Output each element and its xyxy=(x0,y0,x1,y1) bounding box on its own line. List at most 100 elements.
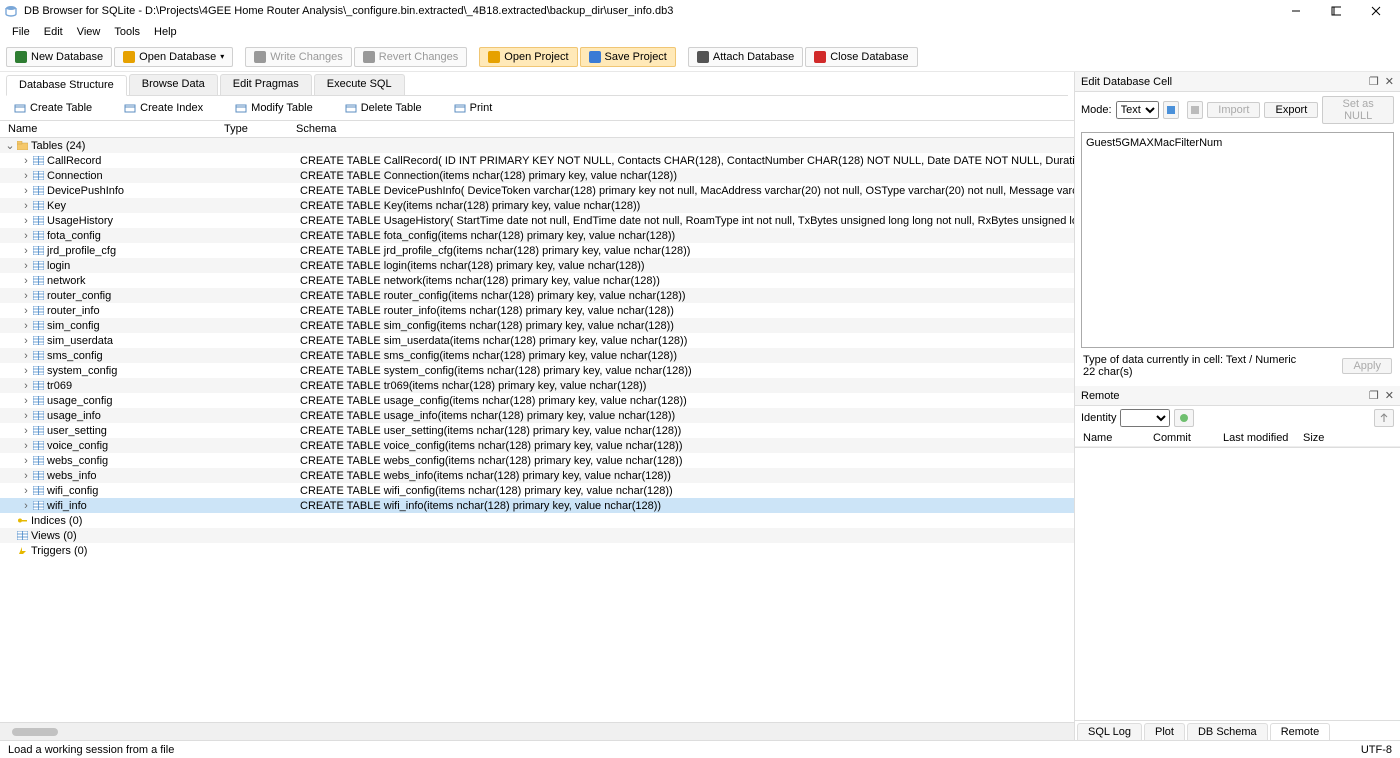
tree-tables-root[interactable]: ⌄Tables (24) xyxy=(0,138,1074,153)
identity-select[interactable] xyxy=(1120,409,1170,427)
create-index-button[interactable]: Create Index xyxy=(118,100,209,116)
new-db-button[interactable]: New Database xyxy=(6,47,112,67)
remote-col-name[interactable]: Name xyxy=(1083,432,1153,444)
expand-icon[interactable]: › xyxy=(20,260,32,272)
col-type-header[interactable]: Type xyxy=(224,123,296,135)
dock-close-icon[interactable]: ✕ xyxy=(1385,75,1394,88)
tab-edit-pragmas[interactable]: Edit Pragmas xyxy=(220,74,312,95)
expand-icon[interactable]: › xyxy=(20,230,32,242)
tree-table-router_info[interactable]: ›router_infoCREATE TABLE router_info(ite… xyxy=(0,303,1074,318)
export-button[interactable]: Export xyxy=(1264,102,1318,118)
tree-table-voice_config[interactable]: ›voice_configCREATE TABLE voice_config(i… xyxy=(0,438,1074,453)
expand-icon[interactable]: › xyxy=(20,470,32,482)
open-project-button[interactable]: Open Project xyxy=(479,47,577,67)
expand-icon[interactable]: › xyxy=(20,155,32,167)
menu-view[interactable]: View xyxy=(71,24,107,40)
remote-push-icon[interactable] xyxy=(1374,409,1394,427)
write-changes-button[interactable]: Write Changes xyxy=(245,47,352,67)
tree-table-network[interactable]: ›networkCREATE TABLE network(items nchar… xyxy=(0,273,1074,288)
col-name-header[interactable]: Name xyxy=(4,123,224,135)
expand-icon[interactable]: › xyxy=(20,290,32,302)
dock-float-icon[interactable]: ❐ xyxy=(1369,75,1379,88)
tree-table-webs_info[interactable]: ›webs_infoCREATE TABLE webs_info(items n… xyxy=(0,468,1074,483)
expand-icon[interactable]: › xyxy=(20,485,32,497)
expand-icon[interactable]: › xyxy=(20,440,32,452)
maximize-button[interactable] xyxy=(1316,0,1356,22)
tree-table-jrd_profile_cfg[interactable]: ›jrd_profile_cfgCREATE TABLE jrd_profile… xyxy=(0,243,1074,258)
expand-icon[interactable]: › xyxy=(20,455,32,467)
tree-table-sim_config[interactable]: ›sim_configCREATE TABLE sim_config(items… xyxy=(0,318,1074,333)
remote-col-size[interactable]: Size xyxy=(1303,432,1392,444)
menu-help[interactable]: Help xyxy=(148,24,183,40)
tree-table-system_config[interactable]: ›system_configCREATE TABLE system_config… xyxy=(0,363,1074,378)
close-db-button[interactable]: Close Database xyxy=(805,47,917,67)
remote-col-commit[interactable]: Commit xyxy=(1153,432,1223,444)
identity-add-icon[interactable] xyxy=(1174,409,1194,427)
bottom-tab-remote[interactable]: Remote xyxy=(1270,723,1331,740)
tree-table-tr069[interactable]: ›tr069CREATE TABLE tr069(items nchar(128… xyxy=(0,378,1074,393)
expand-icon[interactable]: › xyxy=(20,215,32,227)
expand-icon[interactable]: › xyxy=(20,320,32,332)
tree-table-Key[interactable]: ›KeyCREATE TABLE Key(items nchar(128) pr… xyxy=(0,198,1074,213)
tree-table-DevicePushInfo[interactable]: ›DevicePushInfoCREATE TABLE DevicePushIn… xyxy=(0,183,1074,198)
mode-format-icon[interactable] xyxy=(1163,101,1179,119)
tab-database-structure[interactable]: Database Structure xyxy=(6,75,127,96)
tree-table-wifi_info[interactable]: ›wifi_infoCREATE TABLE wifi_info(items n… xyxy=(0,498,1074,513)
bottom-tab-sql-log[interactable]: SQL Log xyxy=(1077,723,1142,740)
tree-table-CallRecord[interactable]: ›CallRecordCREATE TABLE CallRecord( ID I… xyxy=(0,153,1074,168)
menu-tools[interactable]: Tools xyxy=(108,24,146,40)
horizontal-scrollbar[interactable] xyxy=(0,722,1074,740)
tree-table-UsageHistory[interactable]: ›UsageHistoryCREATE TABLE UsageHistory( … xyxy=(0,213,1074,228)
tree-table-fota_config[interactable]: ›fota_configCREATE TABLE fota_config(ite… xyxy=(0,228,1074,243)
tree-indices-root[interactable]: Indices (0) xyxy=(0,513,1074,528)
expand-icon[interactable]: › xyxy=(20,245,32,257)
tree-triggers-root[interactable]: Triggers (0) xyxy=(0,543,1074,558)
remote-close-icon[interactable]: ✕ xyxy=(1385,389,1394,402)
expand-icon[interactable]: › xyxy=(20,305,32,317)
expand-icon[interactable]: › xyxy=(20,500,32,512)
expand-icon[interactable]: › xyxy=(20,335,32,347)
tree-views-root[interactable]: Views (0) xyxy=(0,528,1074,543)
tree-table-webs_config[interactable]: ›webs_configCREATE TABLE webs_config(ite… xyxy=(0,453,1074,468)
tree-table-sms_config[interactable]: ›sms_configCREATE TABLE sms_config(items… xyxy=(0,348,1074,363)
expand-icon[interactable]: › xyxy=(20,170,32,182)
expand-icon[interactable]: › xyxy=(20,350,32,362)
mode-extra-icon[interactable] xyxy=(1187,101,1203,119)
apply-button[interactable]: Apply xyxy=(1342,358,1392,374)
bottom-tab-plot[interactable]: Plot xyxy=(1144,723,1185,740)
minimize-button[interactable] xyxy=(1276,0,1316,22)
mode-select[interactable]: Text xyxy=(1116,101,1159,119)
remote-col-last[interactable]: Last modified xyxy=(1223,432,1303,444)
remote-list[interactable] xyxy=(1075,447,1400,720)
remote-float-icon[interactable]: ❐ xyxy=(1369,389,1379,402)
tree-table-Connection[interactable]: ›ConnectionCREATE TABLE Connection(items… xyxy=(0,168,1074,183)
tree-table-login[interactable]: ›loginCREATE TABLE login(items nchar(128… xyxy=(0,258,1074,273)
expand-icon[interactable]: › xyxy=(20,365,32,377)
expand-icon[interactable]: › xyxy=(20,185,32,197)
tab-browse-data[interactable]: Browse Data xyxy=(129,74,218,95)
tree-table-router_config[interactable]: ›router_configCREATE TABLE router_config… xyxy=(0,288,1074,303)
expand-icon[interactable]: › xyxy=(20,380,32,392)
expand-icon[interactable]: › xyxy=(20,200,32,212)
bottom-tab-db-schema[interactable]: DB Schema xyxy=(1187,723,1268,740)
print-button[interactable]: Print xyxy=(448,100,499,116)
tree-table-wifi_config[interactable]: ›wifi_configCREATE TABLE wifi_config(ite… xyxy=(0,483,1074,498)
open-db-button[interactable]: Open Database ▾ xyxy=(114,47,233,67)
close-button[interactable] xyxy=(1356,0,1396,22)
delete-table-button[interactable]: Delete Table xyxy=(339,100,428,116)
tree-table-usage_info[interactable]: ›usage_infoCREATE TABLE usage_info(items… xyxy=(0,408,1074,423)
attach-db-button[interactable]: Attach Database xyxy=(688,47,803,67)
modify-table-button[interactable]: Modify Table xyxy=(229,100,319,116)
tree-table-sim_userdata[interactable]: ›sim_userdataCREATE TABLE sim_userdata(i… xyxy=(0,333,1074,348)
expand-icon[interactable]: › xyxy=(20,410,32,422)
expand-icon[interactable]: › xyxy=(20,425,32,437)
expand-icon[interactable]: ⌄ xyxy=(4,139,16,152)
schema-tree[interactable]: ⌄Tables (24)›CallRecordCREATE TABLE Call… xyxy=(0,138,1074,722)
tree-table-user_setting[interactable]: ›user_settingCREATE TABLE user_setting(i… xyxy=(0,423,1074,438)
menu-edit[interactable]: Edit xyxy=(38,24,69,40)
tree-table-usage_config[interactable]: ›usage_configCREATE TABLE usage_config(i… xyxy=(0,393,1074,408)
cell-editor[interactable]: Guest5GMAXMacFilterNum xyxy=(1081,132,1394,348)
expand-icon[interactable]: › xyxy=(20,395,32,407)
create-table-button[interactable]: Create Table xyxy=(8,100,98,116)
menu-file[interactable]: File xyxy=(6,24,36,40)
